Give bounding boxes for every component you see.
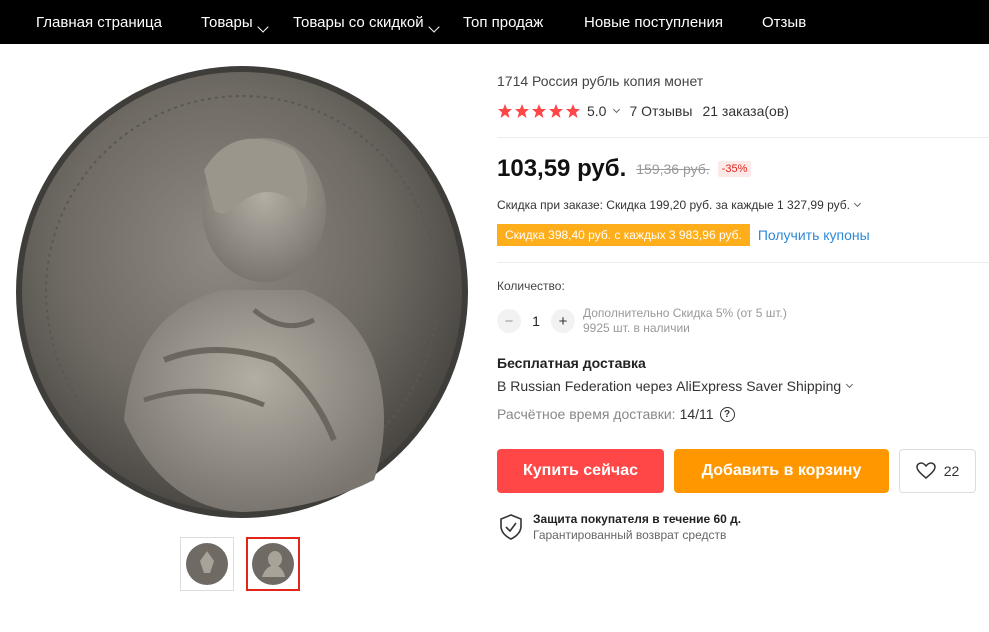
shield-check-icon [500, 514, 522, 540]
divider [497, 262, 989, 263]
quantity-stepper: − 1 + Дополнительно Скидка 5% (от 5 шт.)… [497, 306, 787, 336]
thumbnail-1[interactable] [180, 537, 234, 591]
nav-item-label: Главная страница [36, 13, 162, 31]
delivery-value: 14/11 [679, 406, 714, 422]
chevron-down-icon [846, 380, 854, 389]
thumbnail-strip [180, 537, 300, 591]
nav-item-label: Отзыв [762, 13, 807, 31]
coupon-tag: Скидка 398,40 руб. с каждых 3 983,96 руб… [497, 224, 750, 246]
nav-item-products[interactable]: Товары [201, 0, 269, 44]
discount-badge: -35% [717, 161, 752, 177]
protection-text: Защита покупателя в течение 60 д. Гарант… [533, 512, 741, 542]
quantity-label: Количество: [497, 279, 565, 293]
nav-item-review[interactable]: Отзыв [762, 0, 806, 44]
star-icon [566, 104, 580, 118]
current-price: 103,59 руб. [497, 155, 627, 182]
protection-title: Защита покупателя в течение 60 д. [533, 512, 742, 526]
chevron-down-icon [256, 21, 269, 33]
delivery-time: Расчётное время доставки: 14/11 ? [497, 406, 735, 422]
buy-now-button[interactable]: Купить сейчас [497, 449, 664, 493]
rating-row: 5.0 7 Отзывы 21 заказа(ов) [497, 103, 789, 119]
star-icon [549, 104, 563, 118]
original-price: 159,36 руб. [636, 161, 710, 177]
coupon-row: Скидка 398,40 руб. с каждых 3 983,96 руб… [497, 224, 870, 246]
wishlist-count: 22 [943, 463, 960, 479]
shipping-method-text: В Russian Federation через AliExpress Sa… [497, 378, 842, 394]
reviews-link[interactable]: 7 Отзывы [629, 103, 692, 119]
rating-value: 5.0 [587, 103, 607, 119]
shipping-title: Бесплатная доставка [497, 355, 646, 371]
price-row: 103,59 руб. 159,36 руб. -35% [497, 155, 752, 183]
divider [497, 137, 989, 138]
quantity-info: Дополнительно Скидка 5% (от 5 шт.) 9925 … [583, 306, 787, 336]
chevron-down-icon [427, 21, 440, 33]
nav-item-new-arrivals[interactable]: Новые поступления [584, 0, 723, 44]
chevron-down-icon[interactable] [613, 105, 621, 114]
buyer-protection: Защита покупателя в течение 60 д. Гарант… [499, 512, 741, 542]
stock-text: 9925 шт. в наличии [583, 321, 690, 335]
rating-stars[interactable] [497, 103, 581, 119]
nav-item-label: Товары [201, 13, 253, 31]
coin-image [16, 66, 468, 518]
quantity-discount-text: Дополнительно Скидка 5% (от 5 шт.) [583, 306, 787, 320]
quantity-input[interactable]: 1 [521, 313, 551, 329]
wishlist-button[interactable]: 22 [899, 449, 976, 493]
star-icon [498, 104, 512, 118]
nav-item-label: Новые поступления [584, 13, 723, 31]
get-coupons-link[interactable]: Получить купоны [758, 227, 870, 243]
quantity-increase-button[interactable]: + [551, 309, 575, 333]
shipping-method[interactable]: В Russian Federation через AliExpress Sa… [497, 378, 862, 394]
nav-item-top-sales[interactable]: Топ продаж [463, 0, 543, 44]
star-icon [515, 104, 529, 118]
star-icon [532, 104, 546, 118]
coin-reverse-image [186, 543, 228, 585]
product-main-image[interactable] [14, 60, 470, 522]
order-discount[interactable]: Скидка при заказе: Скидка 199,20 руб. за… [497, 198, 862, 212]
nav-item-home[interactable]: Главная страница [36, 0, 162, 44]
protection-subtitle: Гарантированный возврат средств [533, 528, 727, 542]
delivery-label: Расчётное время доставки: [497, 406, 676, 422]
order-discount-text: Скидка при заказе: Скидка 199,20 руб. за… [497, 198, 850, 212]
nav-item-label: Топ продаж [463, 13, 544, 31]
coin-obverse-image [252, 543, 294, 585]
thumbnail-2[interactable] [246, 537, 300, 591]
question-circle-icon[interactable]: ? [719, 406, 735, 422]
chevron-down-icon [853, 199, 862, 208]
top-nav: Главная страница Товары Товары со скидко… [0, 0, 989, 44]
heart-icon [915, 462, 936, 479]
quantity-decrease-button[interactable]: − [497, 309, 521, 333]
product-title: 1714 Россия рубль копия монет [497, 73, 704, 89]
nav-item-label: Товары со скидкой [293, 13, 424, 31]
orders-count: 21 заказа(ов) [702, 103, 789, 119]
nav-item-discounted[interactable]: Товары со скидкой [293, 0, 440, 44]
add-to-cart-button[interactable]: Добавить в корзину [674, 449, 889, 493]
